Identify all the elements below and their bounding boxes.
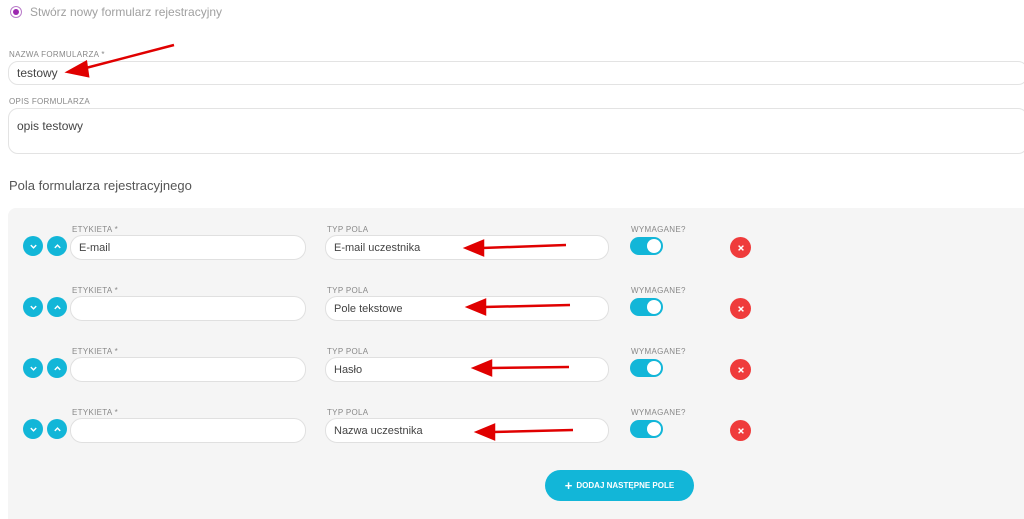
required-caption: WYMAGANE? [631,347,686,356]
chevron-up-icon [53,365,61,370]
close-icon [737,305,744,312]
field-type-caption: TYP POLA [327,286,369,295]
chevron-up-icon [53,426,61,431]
field-label-input[interactable] [70,357,306,382]
field-label-input[interactable]: E-mail [70,235,306,260]
close-icon [737,366,744,373]
field-type-select[interactable]: Nazwa uczestnika [325,418,609,443]
add-next-field-button[interactable]: + DODAJ NASTĘPNE POLE [545,470,694,501]
chevron-down-icon [29,305,37,310]
move-down-button[interactable] [23,236,43,256]
field-label-value: E-mail [79,241,111,254]
chevron-up-icon [53,304,61,309]
field-type-caption: TYP POLA [327,225,369,234]
close-icon [737,427,744,434]
required-caption: WYMAGANE? [631,225,686,234]
field-type-value: Hasło [334,363,363,376]
required-toggle[interactable] [630,237,663,255]
delete-field-button[interactable] [730,298,751,319]
chevron-down-icon [29,244,37,249]
field-type-caption: TYP POLA [327,347,369,356]
field-label-caption: ETYKIETA * [72,286,118,295]
required-caption: WYMAGANE? [631,286,686,295]
close-icon [737,244,744,251]
create-new-form-option[interactable]: Stwórz nowy formularz rejestracyjny [10,5,222,19]
chevron-up-icon [53,243,61,248]
field-type-select[interactable]: Pole tekstowe [325,296,609,321]
required-toggle[interactable] [630,420,663,438]
form-desc-label: OPIS FORMULARZA [9,97,90,106]
required-toggle[interactable] [630,359,663,377]
field-type-value: E-mail uczestnika [334,241,421,254]
chevron-down-icon [29,427,37,432]
radio-label: Stwórz nowy formularz rejestracyjny [30,5,223,19]
move-up-button[interactable] [47,358,67,378]
field-type-caption: TYP POLA [327,408,369,417]
add-next-field-label: DODAJ NASTĘPNE POLE [576,481,675,490]
move-up-button[interactable] [47,419,67,439]
plus-icon: + [564,478,573,493]
field-label-input[interactable] [70,296,306,321]
form-name-value: testowy [17,66,58,80]
move-down-button[interactable] [23,358,43,378]
required-caption: WYMAGANE? [631,408,686,417]
form-name-label: NAZWA FORMULARZA * [9,50,105,59]
fields-section-title: Pola formularza rejestracyjnego [9,178,192,193]
delete-field-button[interactable] [730,420,751,441]
delete-field-button[interactable] [730,359,751,380]
field-label-caption: ETYKIETA * [72,225,118,234]
field-type-value: Nazwa uczestnika [334,424,423,437]
field-label-caption: ETYKIETA * [72,408,118,417]
form-desc-textarea[interactable]: opis testowy [8,108,1024,154]
field-label-input[interactable] [70,418,306,443]
field-type-select[interactable]: E-mail uczestnika [325,235,609,260]
delete-field-button[interactable] [730,237,751,258]
radio-button[interactable] [10,6,22,18]
move-up-button[interactable] [47,297,67,317]
required-toggle[interactable] [630,298,663,316]
form-name-input[interactable]: testowy [8,61,1024,85]
chevron-down-icon [29,366,37,371]
move-up-button[interactable] [47,236,67,256]
field-type-select[interactable]: Hasło [325,357,609,382]
move-down-button[interactable] [23,419,43,439]
field-label-caption: ETYKIETA * [72,347,118,356]
field-type-value: Pole tekstowe [334,302,403,315]
form-desc-value: opis testowy [17,119,84,133]
move-down-button[interactable] [23,297,43,317]
